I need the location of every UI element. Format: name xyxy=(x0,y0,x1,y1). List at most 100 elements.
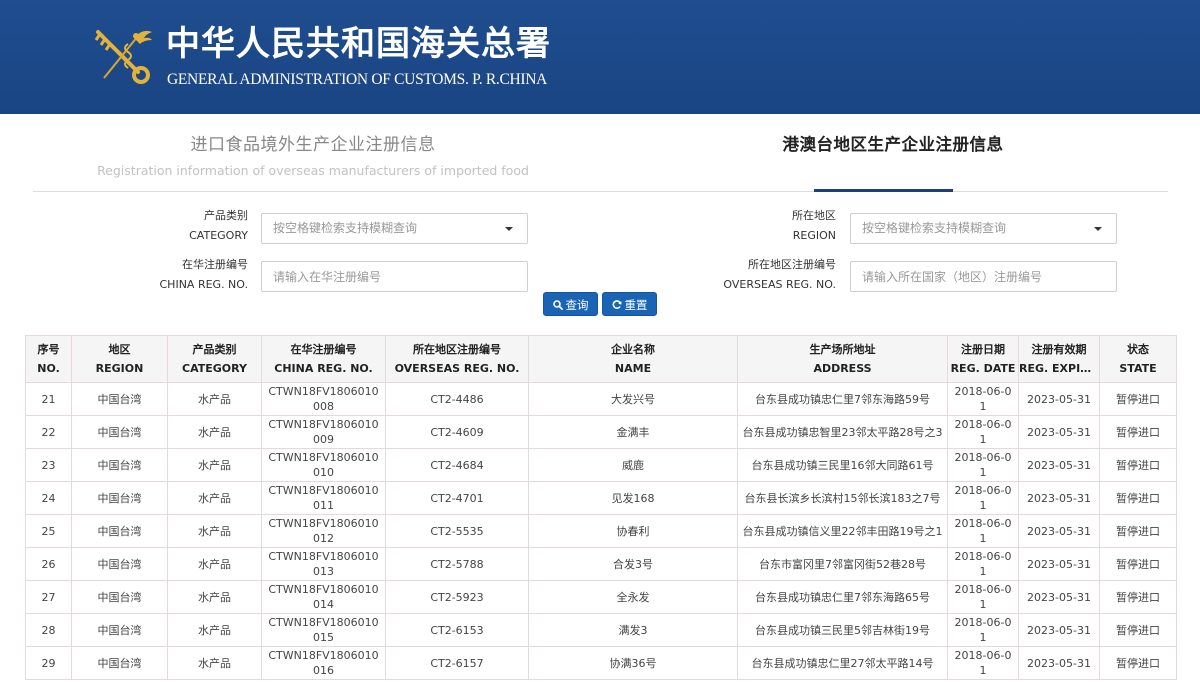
cell-region: 中国台湾 xyxy=(71,448,168,482)
cell-overseas-reg-no: CT2-4486 xyxy=(385,382,529,416)
cell-category: 水产品 xyxy=(167,547,262,581)
region-select[interactable]: 按空格键检索支持模糊查询 xyxy=(850,213,1117,244)
category-label-cn: 产品类别 xyxy=(204,209,248,222)
cell-reg-expiry: 2023-05-31 xyxy=(1018,580,1100,614)
overseas-reg-label-en: OVERSEAS REG. NO. xyxy=(723,278,836,291)
table-row[interactable]: 26 中国台湾 水产品 CTWN18FV1806010013 CT2-5788 合发3号台… xyxy=(25,547,1177,581)
site-title-cn: 中华人民共和国海关总署 xyxy=(166,24,551,64)
cell-reg-date: 2018-06-01 xyxy=(947,514,1019,548)
column-header-no: 序号 NO. xyxy=(25,335,72,383)
cell-region: 中国台湾 xyxy=(71,646,168,680)
cell-china-reg-no: CTWN18FV1806010015 xyxy=(261,613,386,647)
category-select[interactable]: 按空格键检索支持模糊查询 xyxy=(261,213,528,244)
cell-overseas-reg-no: CT2-4701 xyxy=(385,481,529,515)
cell-reg-date: 2018-06-01 xyxy=(947,382,1019,416)
cell-reg-date: 2018-06-01 xyxy=(947,415,1019,449)
active-tab-indicator xyxy=(814,189,953,192)
table-row[interactable]: 28 中国台湾 水产品 CTWN18FV1806010015 CT2-6153 满发3 台东… xyxy=(25,613,1177,647)
cell-china-reg-no: CTWN18FV1806010012 xyxy=(261,514,386,548)
overseas-reg-input[interactable] xyxy=(850,261,1117,292)
cell-category: 水产品 xyxy=(167,415,262,449)
column-header-cn: 地区 xyxy=(108,343,131,356)
table-row[interactable]: 24 中国台湾 水产品 CTWN18FV1806010011 CT2-4701 见发168… xyxy=(25,481,1177,515)
china-reg-label-cn: 在华注册编号 xyxy=(182,258,248,271)
china-reg-label-en: CHINA REG. NO. xyxy=(159,278,249,291)
cell-china-reg-no: CTWN18FV1806010010 xyxy=(261,448,386,482)
cell-state: 暂停进口 xyxy=(1099,481,1177,515)
table-row[interactable]: 29 中国台湾 水产品 CTWN18FV1806010016 CT2-6157 协满36号… xyxy=(25,646,1177,680)
cell-name: 大发兴号 xyxy=(528,382,738,416)
cell-no: 24 xyxy=(25,481,72,515)
cell-category: 水产品 xyxy=(167,613,262,647)
china-reg-input[interactable] xyxy=(261,261,528,292)
tab-overseas-manufacturers[interactable]: 进口食品境外生产企业注册信息 Registration information … xyxy=(93,114,533,192)
cell-state: 暂停进口 xyxy=(1099,448,1177,482)
cell-reg-date: 2018-06-01 xyxy=(947,613,1019,647)
region-label: 所在地区 REGION xyxy=(740,206,836,246)
column-header-category: 产品类别 CATEGORY xyxy=(167,335,262,383)
cell-category: 水产品 xyxy=(167,580,262,614)
cell-reg-date: 2018-06-01 xyxy=(947,448,1019,482)
column-header-en: CATEGORY xyxy=(182,362,247,375)
cell-no: 25 xyxy=(25,514,72,548)
cell-region: 中国台湾 xyxy=(71,415,168,449)
cell-reg-expiry: 2023-05-31 xyxy=(1018,613,1100,647)
cell-no: 21 xyxy=(25,382,72,416)
cell-address: 台东县长滨乡长滨村15邻长滨183之7号 xyxy=(737,481,948,515)
cell-no: 27 xyxy=(25,580,72,614)
column-header-en: STATE xyxy=(1119,362,1157,375)
tab-hk-macao-taiwan[interactable]: 港澳台地区生产企业注册信息 xyxy=(733,114,1053,192)
cell-category: 水产品 xyxy=(167,382,262,416)
cell-name: 协满36号 xyxy=(528,646,738,680)
cell-china-reg-no: CTWN18FV1806010008 xyxy=(261,382,386,416)
cell-address: 台东县成功镇忠仁里7邻东海路59号 xyxy=(737,382,948,416)
cell-overseas-reg-no: CT2-5788 xyxy=(385,547,529,581)
column-header-cn: 序号 xyxy=(37,343,60,356)
column-header-name: 企业名称 NAME xyxy=(528,335,738,383)
column-header-cn: 生产场所地址 xyxy=(809,343,876,356)
column-header-cn: 企业名称 xyxy=(611,343,655,356)
column-header-address: 生产场所地址 ADDRESS xyxy=(737,335,948,383)
tab-label-cn: 进口食品境外生产企业注册信息 xyxy=(190,135,436,155)
table-row[interactable]: 22 中国台湾 水产品 CTWN18FV1806010009 CT2-4609 金满丰 台东… xyxy=(25,415,1177,449)
cell-name: 见发168 xyxy=(528,481,738,515)
cell-name: 合发3号 xyxy=(528,547,738,581)
column-header-reg-expiry: 注册有效期 REG. EXPIR... xyxy=(1018,335,1100,383)
column-header-cn: 状态 xyxy=(1127,343,1149,356)
column-header-china-reg-no: 在华注册编号 CHINA REG. NO. xyxy=(261,335,386,383)
table-row[interactable]: 21 中国台湾 水产品 CTWN18FV1806010008 CT2-4486 大发兴号台… xyxy=(25,382,1177,416)
chevron-down-icon xyxy=(505,227,513,231)
cell-state: 暂停进口 xyxy=(1099,547,1177,581)
table-row[interactable]: 23 中国台湾 水产品 CTWN18FV1806010010 CT2-4684 威鹿 台东县… xyxy=(25,448,1177,482)
cell-no: 28 xyxy=(25,613,72,647)
cell-state: 暂停进口 xyxy=(1099,514,1177,548)
cell-reg-expiry: 2023-05-31 xyxy=(1018,481,1100,515)
column-header-cn: 在华注册编号 xyxy=(290,343,357,356)
column-header-en: NAME xyxy=(614,362,652,375)
cell-region: 中国台湾 xyxy=(71,547,168,581)
cell-china-reg-no: CTWN18FV1806010013 xyxy=(261,547,386,581)
reset-button-label: 重置 xyxy=(624,298,648,312)
cell-address: 台东市富冈里7邻富冈街52巷28号 xyxy=(737,547,948,581)
cell-address: 台东县成功镇忠仁里7邻东海路65号 xyxy=(737,580,948,614)
cell-address: 台东县成功镇三民里5邻吉林街19号 xyxy=(737,613,948,647)
search-button-label: 查询 xyxy=(565,298,589,312)
column-header-cn: 注册日期 xyxy=(961,343,1005,356)
cell-region: 中国台湾 xyxy=(71,514,168,548)
category-label: 产品类别 CATEGORY xyxy=(150,206,248,246)
cell-reg-expiry: 2023-05-31 xyxy=(1018,547,1100,581)
cell-reg-expiry: 2023-05-31 xyxy=(1018,514,1100,548)
cell-reg-expiry: 2023-05-31 xyxy=(1018,646,1100,680)
cell-reg-expiry: 2023-05-31 xyxy=(1018,448,1100,482)
column-header-en: OVERSEAS REG. NO. xyxy=(394,362,520,375)
cell-region: 中国台湾 xyxy=(71,613,168,647)
search-button[interactable]: 查询 xyxy=(543,292,598,316)
cell-china-reg-no: CTWN18FV1806010009 xyxy=(261,415,386,449)
cell-state: 暂停进口 xyxy=(1099,580,1177,614)
reset-button[interactable]: 重置 xyxy=(602,292,657,316)
cell-reg-date: 2018-06-01 xyxy=(947,547,1019,581)
table-row[interactable]: 27 中国台湾 水产品 CTWN18FV1806010014 CT2-5923 全永发 台东… xyxy=(25,580,1177,614)
table-row[interactable]: 25 中国台湾 水产品 CTWN18FV1806010012 CT2-5535 协春利 台东… xyxy=(25,514,1177,548)
cell-overseas-reg-no: CT2-6153 xyxy=(385,613,529,647)
cell-region: 中国台湾 xyxy=(71,382,168,416)
